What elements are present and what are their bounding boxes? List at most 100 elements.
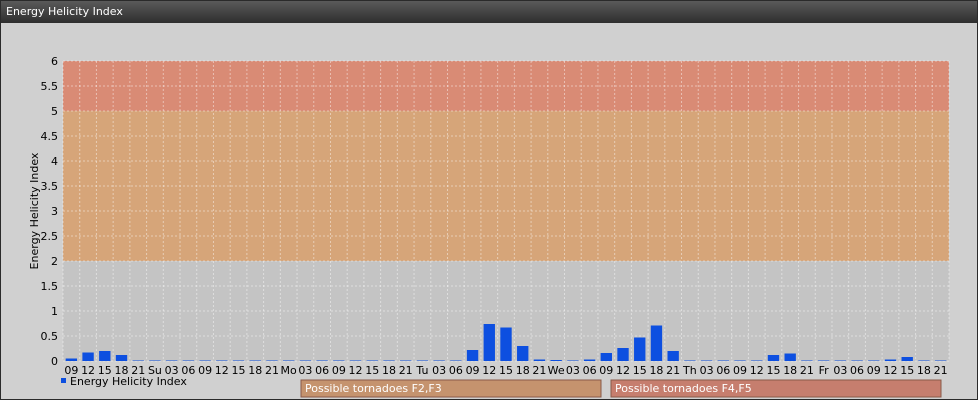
x-tick-label: 06 <box>449 364 463 377</box>
bar <box>232 360 245 361</box>
x-tick-label: 06 <box>716 364 730 377</box>
x-tick-label: 21 <box>532 364 546 377</box>
y-tick-label: 6 <box>51 55 58 68</box>
bar <box>684 360 696 361</box>
bar <box>199 360 211 361</box>
y-tick-label: 5 <box>51 105 58 118</box>
bar <box>717 360 730 361</box>
x-tick-label: 15 <box>900 364 914 377</box>
x-tick-label: 06 <box>850 364 864 377</box>
y-tick-label: 4 <box>51 155 58 168</box>
energy-helicity-chart: 0 0.5 1 1.5 2 2.5 3 3.5 4 4.5 5 5.5 6 Energy Helicity… <box>28 55 950 398</box>
x-tick-label: 09 <box>198 364 212 377</box>
x-tick-label: 15 <box>633 364 647 377</box>
x-tick-label: 15 <box>365 364 379 377</box>
annotation-label: Possible tornadoes F2,F3 <box>305 382 442 395</box>
x-tick-label: 21 <box>265 364 279 377</box>
x-tick-label: 03 <box>700 364 714 377</box>
x-tick-label: 09 <box>733 364 747 377</box>
x-tick-label: 06 <box>583 364 597 377</box>
x-tick-label: 12 <box>750 364 764 377</box>
bar <box>333 360 345 361</box>
bar <box>65 358 78 361</box>
x-tick-label: 06 <box>315 364 329 377</box>
bar <box>165 360 178 361</box>
y-tick-label: 3 <box>51 205 58 218</box>
bar <box>918 360 930 361</box>
x-tick-label: 18 <box>516 364 530 377</box>
bar <box>550 360 562 361</box>
bar <box>583 359 596 361</box>
y-tick-label: 4.5 <box>41 130 59 143</box>
legend-swatch <box>61 378 66 383</box>
annotation-label: Possible tornadoes F4,F5 <box>615 382 752 395</box>
bar <box>851 360 863 361</box>
bar <box>466 350 479 361</box>
x-tick-label: We <box>548 364 565 377</box>
bar <box>483 324 495 361</box>
bar <box>700 360 713 361</box>
bar <box>115 355 128 361</box>
x-tick-label: Tu <box>415 364 428 377</box>
bar <box>650 325 663 361</box>
bar <box>349 360 362 361</box>
bar <box>266 360 278 361</box>
bar <box>600 353 612 361</box>
y-tick-label: 0 <box>51 355 58 368</box>
x-tick-label: Mo <box>281 364 297 377</box>
bar <box>149 360 161 361</box>
x-tick-label: 15 <box>499 364 513 377</box>
bar <box>400 360 412 361</box>
bar <box>734 360 746 361</box>
bar <box>667 351 679 361</box>
y-tick-label: 3.5 <box>41 180 59 193</box>
y-tick-label: 1 <box>51 305 58 318</box>
bar <box>934 360 947 361</box>
x-tick-label: 12 <box>616 364 630 377</box>
bar <box>182 360 195 361</box>
x-tick-label: 21 <box>666 364 680 377</box>
bar <box>817 360 830 361</box>
x-tick-label: 18 <box>248 364 262 377</box>
x-tick-label: 03 <box>432 364 446 377</box>
x-tick-label: 03 <box>566 364 580 377</box>
bar <box>517 346 529 361</box>
x-tick-label: 15 <box>766 364 780 377</box>
x-tick-label: 09 <box>332 364 346 377</box>
bar <box>751 360 763 361</box>
bar <box>500 327 512 361</box>
x-tick-label: 18 <box>917 364 931 377</box>
bar <box>366 360 378 361</box>
bar <box>884 359 897 361</box>
y-tick-label: 2 <box>51 255 58 268</box>
x-tick-label: 03 <box>833 364 847 377</box>
x-tick-label: 21 <box>934 364 948 377</box>
x-tick-label: 21 <box>399 364 413 377</box>
chart-window: Energy Helicity Index 0 0.5 1 1.5 2 2.5 3 3.5 4 4… <box>0 0 978 400</box>
x-tick-label: Fr <box>819 364 830 377</box>
bar <box>901 357 913 361</box>
bar <box>82 352 94 361</box>
y-tick-label: 5.5 <box>41 80 59 93</box>
x-tick-label: 09 <box>599 364 613 377</box>
x-tick-label: 12 <box>215 364 229 377</box>
y-axis-label: Energy Helicity Index <box>28 152 41 269</box>
bar <box>634 337 646 361</box>
x-tick-label: 12 <box>482 364 496 377</box>
legend-label: Energy Helicity Index <box>70 375 187 388</box>
bar <box>99 351 111 361</box>
x-tick-label: 09 <box>466 364 480 377</box>
x-tick-label: 09 <box>867 364 881 377</box>
y-tick-label: 0.5 <box>41 330 59 343</box>
bar <box>249 360 261 361</box>
x-tick-label: 12 <box>883 364 897 377</box>
y-tick-label: 1.5 <box>41 280 59 293</box>
bar <box>433 360 445 361</box>
bar <box>801 360 813 361</box>
bar <box>282 360 295 361</box>
bar <box>316 360 328 361</box>
bar <box>767 355 780 361</box>
x-tick-label: Th <box>682 364 697 377</box>
bar <box>567 360 579 361</box>
bar <box>784 353 796 361</box>
